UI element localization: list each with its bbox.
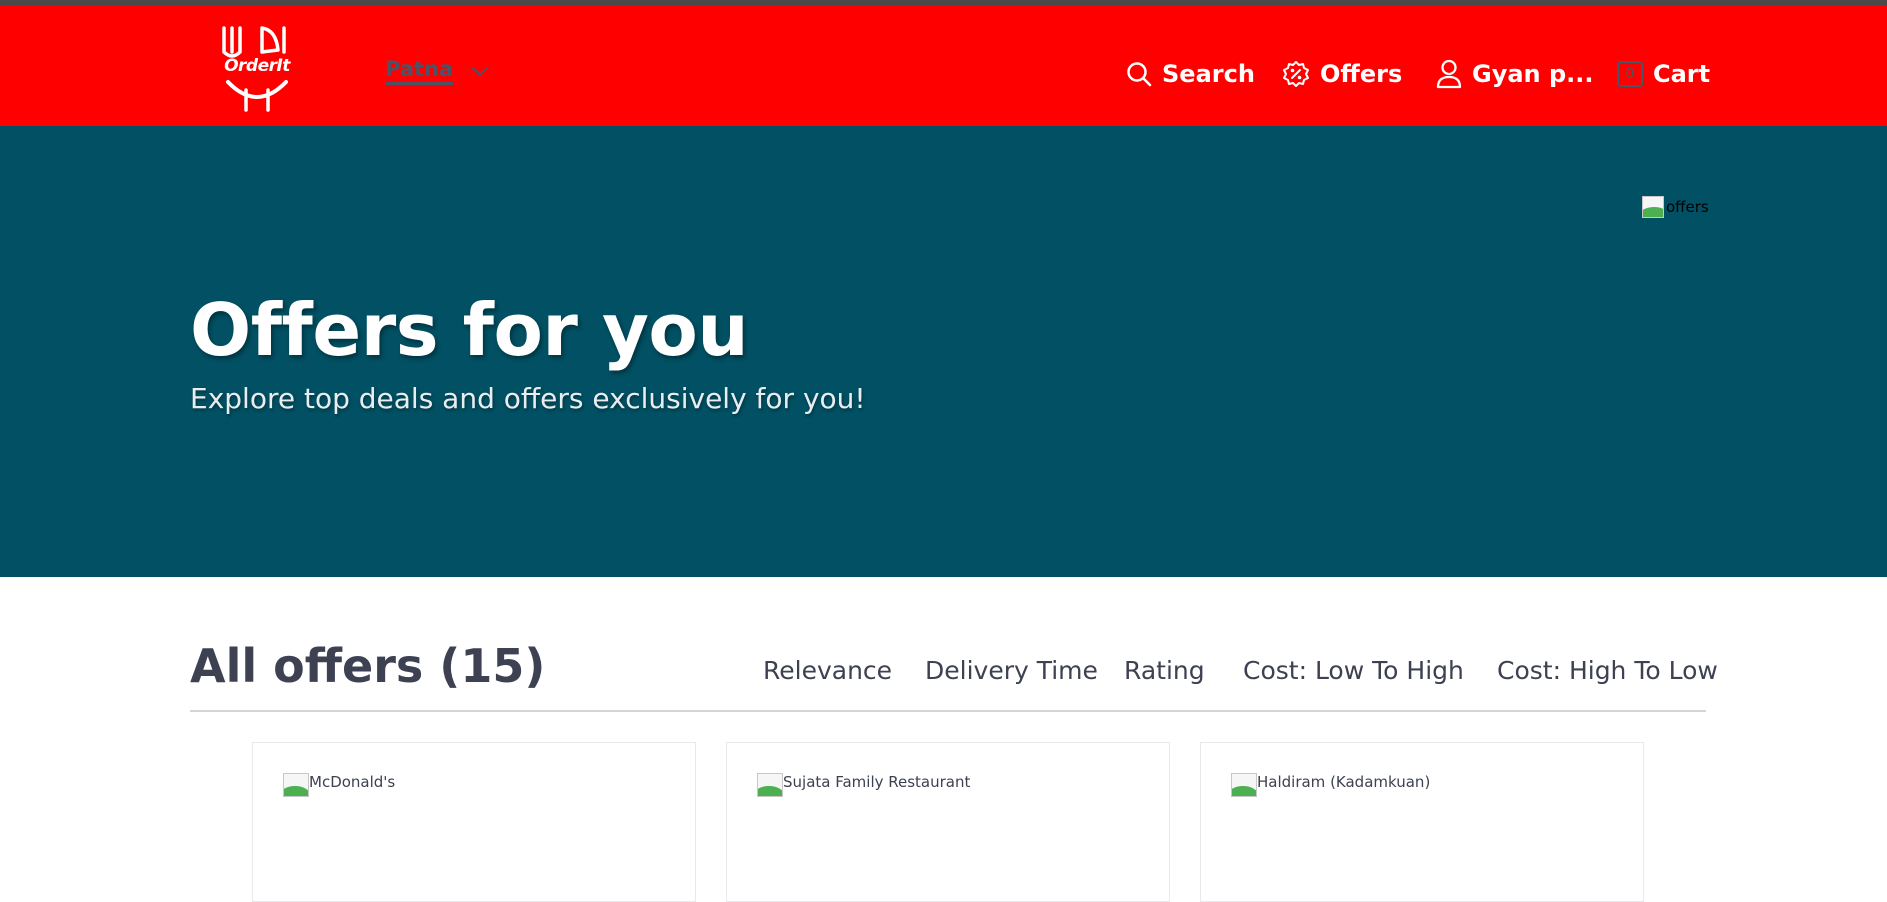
hero-offers-image: offers [1642,196,1709,218]
nav-search-label: Search [1162,60,1255,88]
restaurant-card[interactable]: Haldiram (Kadamkuan) [1200,742,1644,902]
offers-heading: All offers (15) [190,639,546,693]
section-divider [190,710,1706,712]
broken-image-icon [283,773,309,797]
nav-offers[interactable]: Offers [1282,54,1402,94]
sort-tab-cost-high-low[interactable]: Cost: High To Low [1497,656,1718,712]
search-icon [1127,62,1152,87]
broken-image-icon [1642,196,1664,218]
restaurant-card[interactable]: Sujata Family Restaurant [726,742,1170,902]
hero-image-alt: offers [1666,198,1709,216]
cart-count-badge: 0 [1617,61,1643,87]
restaurant-card[interactable]: McDonald's [252,742,696,902]
sort-tab-relevance[interactable]: Relevance [763,656,893,712]
logo[interactable]: OrderIt [218,20,296,114]
discount-badge-icon [1283,61,1309,87]
restaurant-image: McDonald's [283,773,395,797]
sort-tab-delivery-time[interactable]: Delivery Time [925,656,1098,712]
page-title: Offers for you [190,288,749,372]
restaurant-image-alt: McDonald's [309,773,396,791]
page-subtitle: Explore top deals and offers exclusively… [190,382,866,415]
nav-search[interactable]: Search [1126,54,1255,94]
restaurant-image: Haldiram (Kadamkuan) [1231,773,1430,797]
location-name: Patna [385,57,454,85]
restaurant-image-alt: Haldiram (Kadamkuan) [1257,773,1431,791]
broken-image-icon [1231,773,1257,797]
nav-cart[interactable]: 0 Cart [1617,54,1710,94]
offers-hero-banner: offers Offers for you Explore top deals … [0,126,1887,577]
logo-text: OrderIt [224,56,290,76]
chevron-down-icon [472,67,489,77]
restaurant-image-alt: Sujata Family Restaurant [783,773,971,791]
nav-cart-label: Cart [1653,60,1711,88]
location-selector[interactable]: Patna [385,56,489,86]
top-navbar: OrderIt Patna Search Offers Gyan p... 0 [0,6,1887,126]
sort-tab-rating[interactable]: Rating [1124,656,1205,712]
nav-offers-label: Offers [1320,60,1403,88]
nav-user[interactable]: Gyan p... [1436,54,1594,94]
restaurant-image: Sujata Family Restaurant [757,773,970,797]
user-icon [1436,59,1462,89]
broken-image-icon [757,773,783,797]
sort-tab-cost-low-high[interactable]: Cost: Low To High [1243,656,1464,712]
nav-user-label: Gyan p... [1472,60,1594,88]
